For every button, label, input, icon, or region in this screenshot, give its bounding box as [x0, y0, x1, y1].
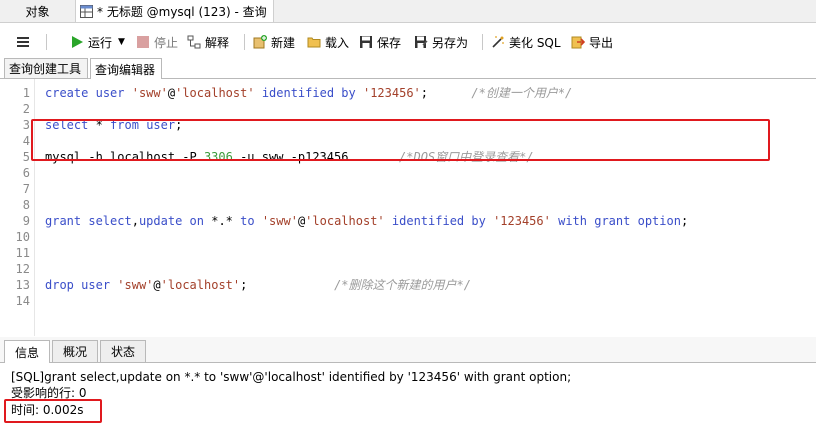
tab-objects-label: 对象: [25, 4, 50, 19]
line-number: 4: [22, 134, 30, 148]
line-number: 8: [22, 198, 30, 212]
save-label: 保存: [377, 35, 402, 50]
line-number: 14: [15, 294, 30, 308]
tab-status-label: 状态: [110, 345, 135, 359]
save-as-icon: [414, 35, 428, 49]
beautify-sql-label: 美化 SQL: [509, 35, 561, 50]
line-number: 7: [22, 182, 30, 196]
editor-subtab-bar: 查询创建工具 查询编辑器: [0, 56, 816, 79]
save-as-label: 另存为: [432, 35, 469, 50]
stop-button[interactable]: 停止: [136, 32, 178, 52]
line-number: 10: [15, 230, 30, 244]
stop-label: 停止: [154, 35, 179, 50]
new-icon: [253, 35, 267, 49]
toolbar-separator: [244, 34, 245, 50]
query-toolbar: 运行 ▼ 停止 解释 新建 载入 保存 另存为 美化 SQL 导出: [0, 28, 816, 56]
export-label: 导出: [589, 35, 614, 50]
hamburger-icon: [16, 35, 30, 49]
code-line-9: grant select,update on *.* to 'sww'@'loc…: [45, 214, 689, 228]
line-number: 11: [15, 246, 30, 260]
code-line-1: create user 'sww'@'localhost' identified…: [45, 86, 573, 100]
chevron-down-icon[interactable]: ▼: [118, 37, 125, 47]
load-button[interactable]: 载入: [307, 32, 349, 52]
toolbar-separator: [482, 34, 483, 50]
line-number-gutter: 1 2 3 4 5 6 7 8 9 10 11 12 13 14: [0, 79, 35, 336]
load-label: 载入: [325, 35, 350, 50]
tab-query-builder[interactable]: 查询创建工具: [4, 58, 88, 78]
new-button[interactable]: 新建: [253, 32, 295, 52]
output-sql-line: [SQL]grant select,update on *.* to 'sww'…: [11, 370, 572, 384]
tab-info[interactable]: 信息: [4, 340, 50, 363]
save-as-button[interactable]: 另存为: [414, 32, 468, 52]
line-number: 9: [22, 214, 30, 228]
tab-profile[interactable]: 概况: [52, 340, 98, 362]
stop-icon: [136, 35, 150, 49]
save-icon: [359, 35, 373, 49]
folder-icon: [307, 35, 321, 49]
explain-button[interactable]: 解释: [187, 32, 229, 52]
line-number: 5: [22, 150, 30, 164]
beautify-sql-button[interactable]: 美化 SQL: [491, 32, 561, 52]
tab-query-editor-label: 查询编辑器: [95, 62, 156, 77]
code-line-13: drop user 'sww'@'localhost'; /*删除这个新建的用户…: [45, 278, 471, 292]
tab-query-label: * 无标题 @mysql (123) - 查询: [97, 4, 267, 19]
tab-query-editor[interactable]: 查询编辑器: [90, 58, 162, 79]
line-number: 3: [22, 118, 30, 132]
explain-icon: [187, 35, 201, 49]
menu-button[interactable]: [16, 32, 34, 52]
export-icon: [571, 35, 586, 49]
run-label: 运行: [88, 35, 113, 50]
line-number: 12: [15, 262, 30, 276]
magic-wand-icon: [491, 35, 505, 49]
result-tab-bar: 信息 概况 状态: [0, 337, 816, 363]
message-output-panel: [SQL]grant select,update on *.* to 'sww'…: [0, 363, 816, 433]
tab-info-label: 信息: [14, 345, 39, 360]
run-button[interactable]: 运行 ▼: [70, 32, 125, 52]
play-icon: [70, 35, 84, 49]
new-label: 新建: [271, 35, 296, 50]
tab-query-builder-label: 查询创建工具: [9, 62, 82, 76]
line-number: 2: [22, 102, 30, 116]
tab-status[interactable]: 状态: [100, 340, 146, 362]
explain-label: 解释: [205, 35, 230, 50]
line-number: 6: [22, 166, 30, 180]
toolbar-separator: [46, 34, 47, 50]
line-number: 13: [15, 278, 30, 292]
export-button[interactable]: 导出: [571, 32, 613, 52]
document-tab-bar: 对象 * 无标题 @mysql (123) - 查询: [0, 0, 816, 23]
save-button[interactable]: 保存: [359, 32, 401, 52]
sql-editor[interactable]: 1 2 3 4 5 6 7 8 9 10 11 12 13 14 create user 'sww'@'l…: [0, 79, 816, 336]
tab-query[interactable]: * 无标题 @mysql (123) - 查询: [76, 0, 274, 22]
tab-profile-label: 概况: [62, 345, 87, 359]
highlight-annotation-box: [31, 119, 770, 161]
tab-objects[interactable]: 对象: [0, 0, 76, 22]
time-highlight-annotation-box: [4, 399, 102, 423]
line-number: 1: [22, 86, 30, 100]
query-table-icon: [80, 4, 93, 18]
